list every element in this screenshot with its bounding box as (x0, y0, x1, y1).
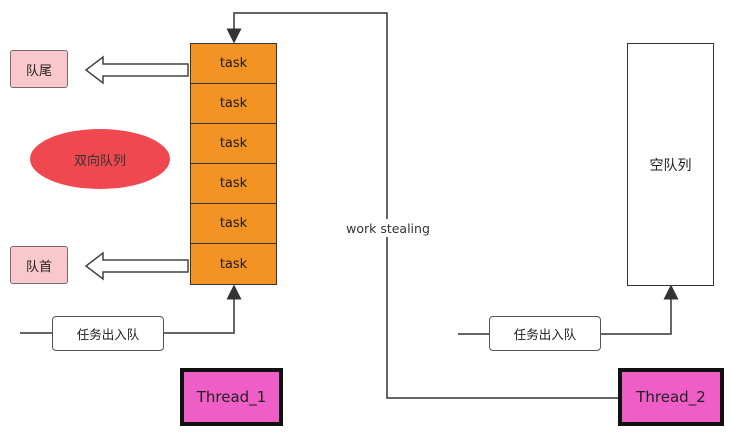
head-box: 队首 (10, 246, 68, 284)
left-enqueue-box: 任务出入队 (52, 316, 164, 351)
task-cell-2: task (190, 83, 277, 124)
deque-ellipse: 双向队列 (30, 129, 170, 189)
task-cell-5: task (190, 203, 277, 244)
task-cell-1: task (190, 43, 277, 84)
task-cell-6: task (190, 243, 277, 285)
empty-queue-box: 空队列 (627, 43, 714, 286)
right-enqueue-box: 任务出入队 (489, 316, 601, 351)
task-cell-4: task (190, 163, 277, 204)
thread-1-box: Thread_1 (180, 368, 283, 426)
thread-2-box: Thread_2 (618, 368, 724, 426)
task-cell-3: task (190, 123, 277, 164)
tail-box: 队尾 (10, 50, 68, 88)
work-stealing-label: work stealing (343, 219, 433, 237)
